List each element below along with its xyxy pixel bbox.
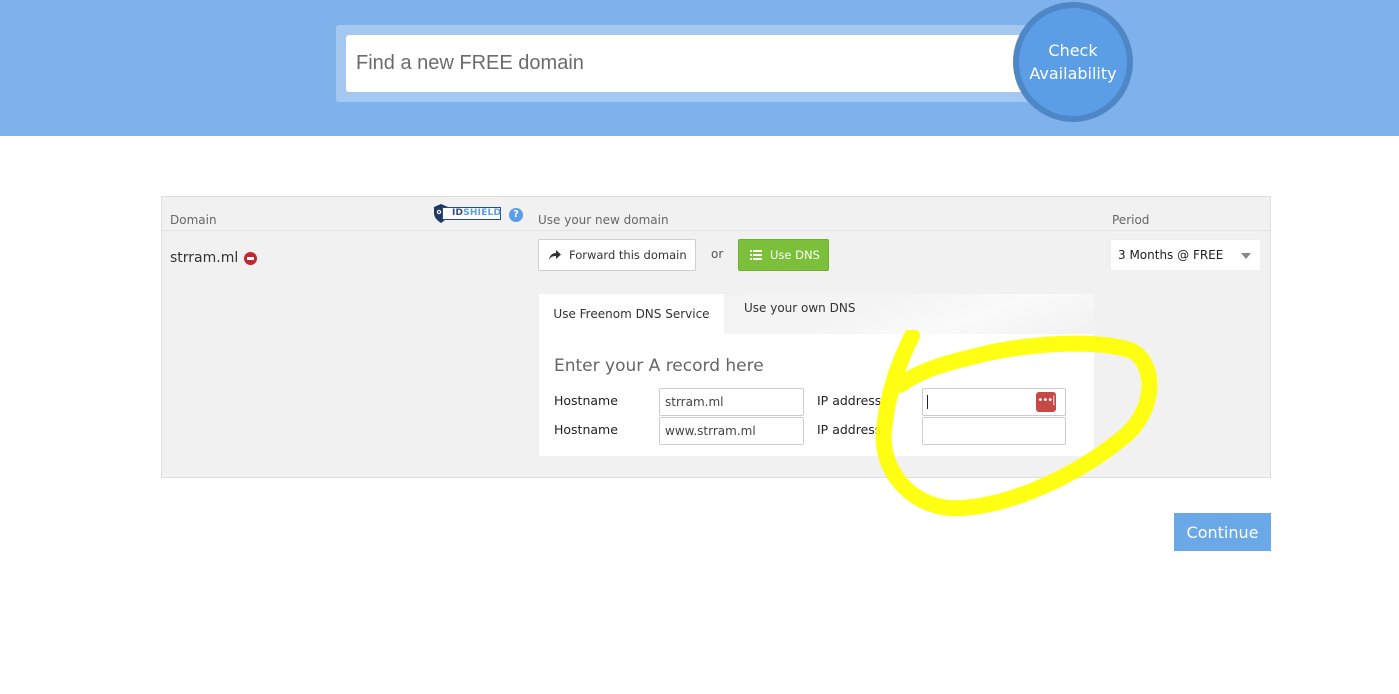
minus-circle-icon[interactable] <box>244 252 257 265</box>
question-icon[interactable]: ? <box>509 208 523 222</box>
idshield-logo: IDSHIELD <box>432 203 502 224</box>
idshield-wordmark: IDSHIELD <box>442 207 501 220</box>
list-icon <box>750 250 762 260</box>
check-availability-button[interactable]: Check Availability <box>1013 2 1133 122</box>
share-arrow-icon <box>549 249 561 260</box>
a-record-heading: Enter your A record here <box>554 356 764 376</box>
domain-name: strram.ml <box>170 250 239 266</box>
or-separator: or <box>711 247 724 261</box>
use-dns-label: Use DNS <box>770 248 820 262</box>
check-availability-line1: Check <box>1048 41 1098 60</box>
hostname-label: Hostname <box>554 393 618 408</box>
hostname-label: Hostname <box>554 422 618 437</box>
header-divider <box>162 230 1270 231</box>
continue-button[interactable]: Continue <box>1174 513 1271 551</box>
ip-address-label: IP address <box>817 393 882 408</box>
period-selected-value: 3 Months @ FREE <box>1118 248 1224 262</box>
hostname-input-2[interactable] <box>659 417 804 445</box>
domain-column-header: Domain <box>170 213 217 227</box>
ip-address-label: IP address <box>817 422 882 437</box>
tab-freenom-dns[interactable]: Use Freenom DNS Service <box>539 294 724 334</box>
period-column-header: Period <box>1112 213 1150 227</box>
tab-own-dns[interactable]: Use your own DNS <box>744 301 855 315</box>
use-dns-button[interactable]: Use DNS <box>738 239 829 271</box>
text-cursor <box>927 395 928 409</box>
forward-domain-label: Forward this domain <box>569 248 687 262</box>
password-manager-icon[interactable]: •••| <box>1036 392 1056 412</box>
use-domain-column-header: Use your new domain <box>538 213 669 227</box>
hostname-input-1[interactable] <box>659 388 804 416</box>
domain-search-input[interactable] <box>346 35 1036 92</box>
ip-address-input-2[interactable] <box>922 417 1066 445</box>
forward-domain-button[interactable]: Forward this domain <box>538 239 696 271</box>
chevron-down-icon <box>1241 253 1251 259</box>
check-availability-line2: Availability <box>1029 64 1117 83</box>
period-select[interactable]: 3 Months @ FREE <box>1110 239 1261 271</box>
